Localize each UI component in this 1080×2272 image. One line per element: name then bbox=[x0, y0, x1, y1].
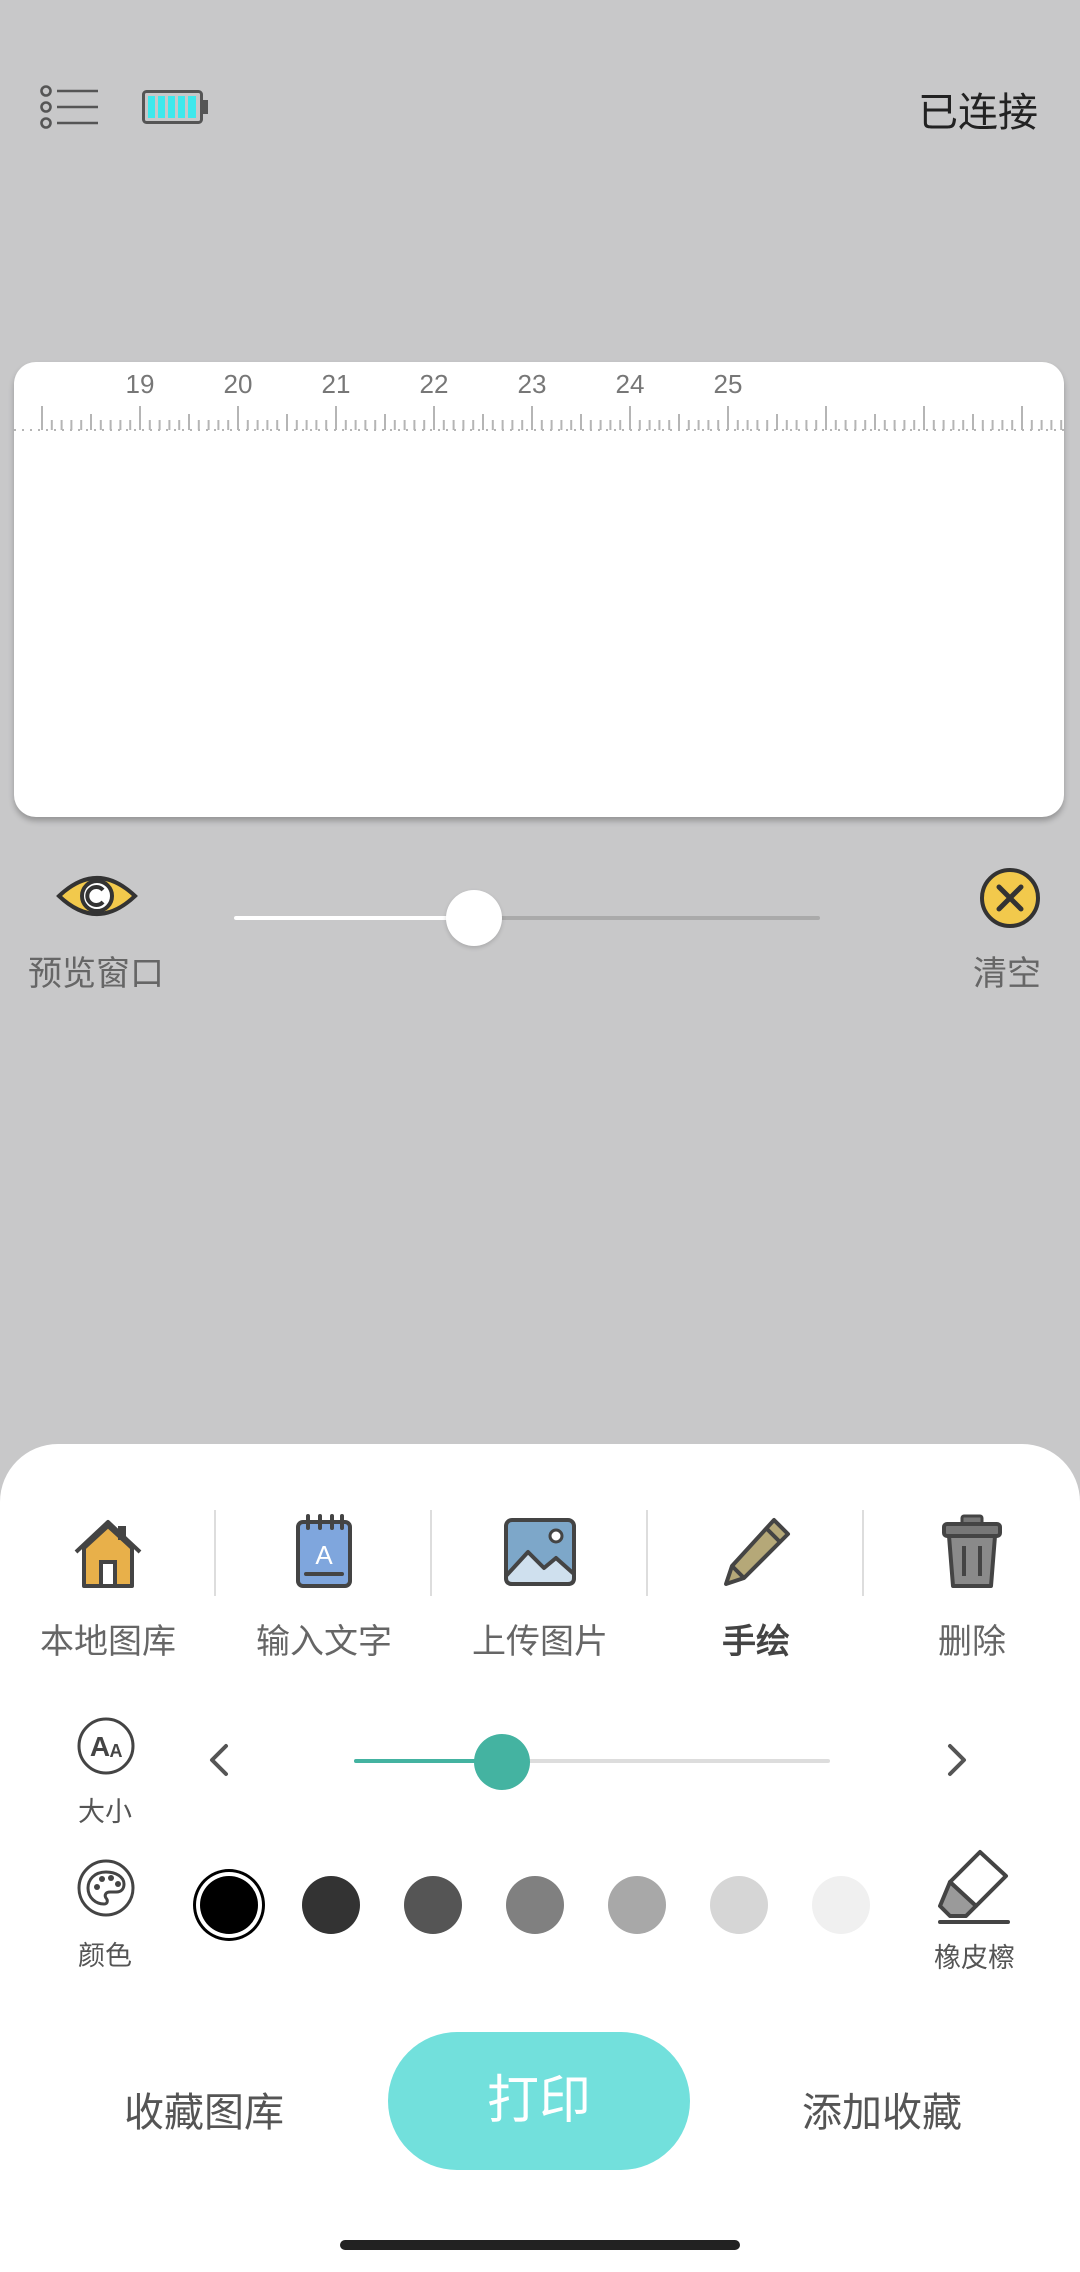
tool-hand-draw[interactable]: 手绘 bbox=[648, 1512, 864, 1663]
close-circle-icon[interactable] bbox=[978, 866, 1042, 930]
color-label: 颜色 bbox=[78, 1941, 132, 1972]
chevron-left-icon[interactable] bbox=[206, 1740, 230, 1780]
clear-label: 清空 bbox=[973, 954, 1041, 994]
tool-input-text[interactable]: A 输入文字 bbox=[216, 1512, 432, 1663]
color-swatch-dark-gray[interactable] bbox=[302, 1876, 360, 1934]
size-slider-thumb[interactable] bbox=[473, 1734, 530, 1790]
color-swatch-gray-2[interactable] bbox=[506, 1876, 564, 1934]
tool-upload-image[interactable]: 上传图片 bbox=[432, 1512, 648, 1663]
color-swatch-white[interactable] bbox=[812, 1876, 870, 1934]
tool-delete[interactable]: 删除 bbox=[864, 1512, 1080, 1663]
eraser-icon[interactable] bbox=[936, 1846, 1012, 1926]
ruler-label: 22 bbox=[420, 369, 449, 399]
print-button[interactable]: 打印 bbox=[388, 2032, 690, 2170]
label-canvas[interactable]: 19 20 21 22 23 24 25 bbox=[14, 362, 1064, 817]
preview-window-label: 预览窗口 bbox=[28, 954, 164, 994]
notepad-text-icon: A bbox=[296, 1514, 352, 1588]
zoom-slider-thumb[interactable] bbox=[446, 890, 503, 946]
ruler-label: 24 bbox=[616, 369, 645, 399]
home-icon bbox=[74, 1520, 142, 1588]
home-indicator bbox=[340, 2240, 740, 2250]
color-swatch-gray-3[interactable] bbox=[608, 1876, 666, 1934]
chevron-right-icon[interactable] bbox=[946, 1740, 970, 1780]
color-swatch-gray-1[interactable] bbox=[404, 1876, 462, 1934]
svg-text:A: A bbox=[90, 1731, 110, 1762]
image-icon bbox=[504, 1518, 576, 1586]
svg-text:A: A bbox=[315, 1540, 333, 1570]
tool-label: 删除 bbox=[938, 1622, 1006, 1662]
color-swatch-black[interactable] bbox=[200, 1876, 258, 1934]
font-size-icon: A A bbox=[77, 1717, 135, 1775]
svg-text:A: A bbox=[110, 1741, 123, 1761]
ruler-label: 21 bbox=[322, 369, 351, 399]
connection-status: 已连接 bbox=[918, 90, 1038, 136]
eraser-label: 橡皮檫 bbox=[934, 1943, 1015, 1974]
ruler-label: 20 bbox=[224, 369, 253, 399]
size-label: 大小 bbox=[78, 1797, 132, 1828]
tool-label: 输入文字 bbox=[256, 1622, 392, 1662]
tool-label: 手绘 bbox=[722, 1622, 790, 1662]
tool-label: 上传图片 bbox=[472, 1622, 608, 1662]
pencil-icon bbox=[724, 1518, 790, 1586]
ruler-label: 25 bbox=[714, 369, 743, 399]
ruler-label: 19 bbox=[126, 369, 155, 399]
ruler-label: 23 bbox=[518, 369, 547, 399]
palette-icon bbox=[77, 1859, 135, 1917]
color-swatch-light-gray[interactable] bbox=[710, 1876, 768, 1934]
trash-icon bbox=[942, 1514, 1002, 1588]
list-icon[interactable] bbox=[40, 84, 100, 130]
add-favorite-button[interactable]: 添加收藏 bbox=[802, 2080, 962, 2138]
tool-label: 本地图库 bbox=[40, 1622, 176, 1662]
eye-icon[interactable] bbox=[56, 866, 138, 926]
zoom-slider-fill bbox=[234, 916, 475, 920]
ruler: 19 20 21 22 23 24 25 bbox=[14, 369, 1064, 431]
battery-icon bbox=[142, 90, 208, 124]
tool-local-library[interactable]: 本地图库 bbox=[0, 1512, 216, 1663]
favorites-library-button[interactable]: 收藏图库 bbox=[124, 2080, 284, 2138]
